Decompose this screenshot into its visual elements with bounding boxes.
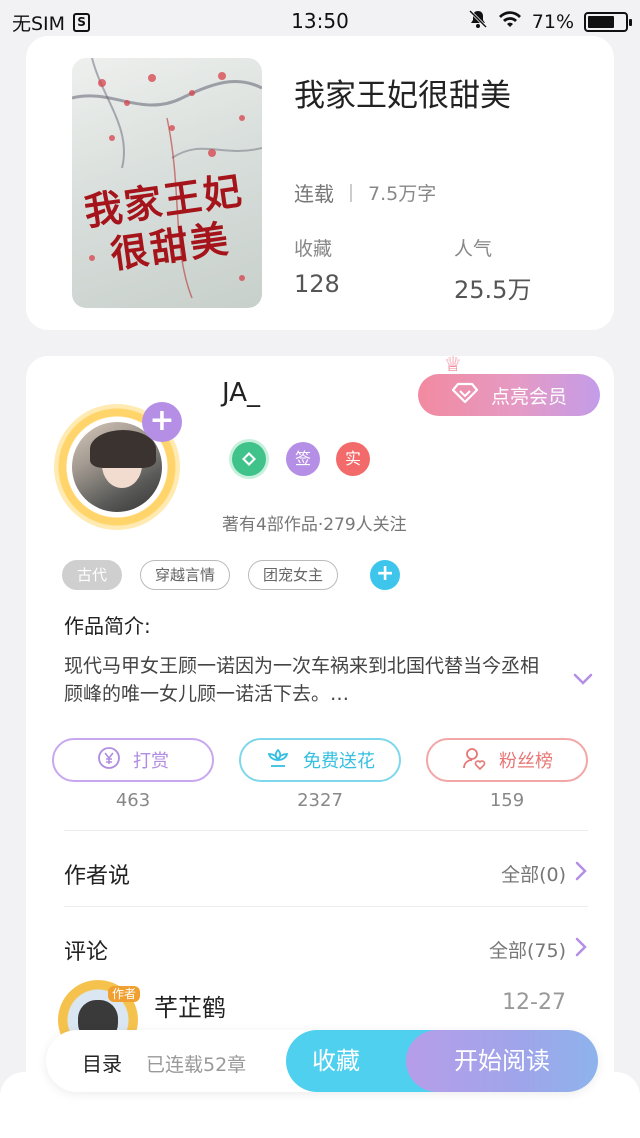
meta-divider <box>350 183 352 202</box>
popularity-label: 人气 <box>454 238 493 260</box>
tag-item[interactable]: 穿越言情 <box>140 560 231 590</box>
reward-button[interactable]: 打赏 <box>52 738 214 782</box>
fans-ranking-button[interactable]: 粉丝榜 <box>426 738 588 782</box>
serial-chapters: 已连载52章 <box>146 1054 247 1076</box>
author-stats: 著有4部作品·279人关注 <box>222 515 407 535</box>
vip-button-label: 点亮会员 <box>490 385 567 408</box>
start-reading-button[interactable]: 开始阅读 <box>406 1030 598 1092</box>
fans-icon <box>461 745 487 776</box>
reward-label: 打赏 <box>133 751 169 772</box>
book-cover[interactable]: 我家王妃 很甜美 <box>72 58 262 308</box>
verified-badge[interactable]: 实 <box>336 442 370 476</box>
send-flower-button[interactable]: 免费送花 <box>239 738 401 782</box>
intro-text: 现代马甲女王顾一诺因为一次车祸来到北国代替当今丞相顾峰的唯一女儿顾一诺活下去。… <box>64 655 540 705</box>
popularity-value: 25.5万 <box>454 276 532 304</box>
send-flower-label: 免费送花 <box>303 751 375 772</box>
book-title: 我家王妃很甜美 <box>294 78 511 114</box>
book-meta: 连载 7.5万字 <box>294 178 436 207</box>
flower-icon <box>265 746 291 775</box>
battery-percent: 71% <box>531 10 574 33</box>
comments-all: 全部(75) <box>488 940 566 962</box>
tag-item[interactable]: 团宠女主 <box>248 560 339 590</box>
book-status: 连载 <box>294 182 334 206</box>
author-name[interactable]: JA_ <box>222 378 260 408</box>
flower-count: 2327 <box>297 790 343 811</box>
word-count: 7.5万字 <box>368 183 437 205</box>
status-right: 71% <box>468 9 632 34</box>
diamond-icon <box>451 382 479 409</box>
fans-ranking-label: 粉丝榜 <box>499 751 553 772</box>
commenter-name[interactable]: 芊芷鹤 <box>154 988 226 1023</box>
fans-count: 159 <box>489 790 525 811</box>
chevron-down-icon[interactable] <box>572 668 594 690</box>
bottom-action-bar: 目录 已连载52章 收藏 开始阅读 <box>46 1030 598 1092</box>
author-badges: 签 实 <box>232 442 370 476</box>
signed-badge[interactable]: 签 <box>286 442 320 476</box>
intro-title: 作品简介: <box>64 614 151 638</box>
favorites-value: 128 <box>294 270 340 298</box>
toc-button[interactable]: 目录 <box>82 1048 122 1077</box>
favorites-label: 收藏 <box>294 238 333 260</box>
comments-link[interactable]: 全部(75) <box>489 936 588 963</box>
divider <box>64 830 588 831</box>
reward-count: 463 <box>115 790 151 811</box>
yen-coin-icon <box>97 746 121 775</box>
book-info-card: 我家王妃 很甜美 我家王妃很甜美 连载 7.5万字 收藏 128 人气 25.5… <box>26 36 614 330</box>
author-details-card: + JA_ ♕ 点亮会员 签 实 著有4部作品·279人关注 古代 穿越言情 团… <box>26 352 614 1138</box>
level-badge-icon[interactable] <box>232 442 266 476</box>
wifi-icon <box>498 10 522 33</box>
battery-icon <box>584 11 632 32</box>
crown-icon: ♕ <box>444 352 462 376</box>
follow-author-button[interactable]: + <box>142 402 182 442</box>
vip-button[interactable]: 点亮会员 <box>418 374 600 416</box>
chevron-right-icon <box>574 860 588 887</box>
comment-date: 12-27 <box>502 990 566 1015</box>
author-chip: 作者 <box>108 986 141 1002</box>
divider <box>64 906 588 907</box>
comments-title: 评论 <box>64 940 109 965</box>
tag-list: 古代 穿越言情 团宠女主 + <box>62 560 401 590</box>
author-says-link[interactable]: 全部(0) <box>501 860 588 887</box>
author-says-title: 作者说 <box>64 864 131 889</box>
add-tag-button[interactable]: + <box>370 560 401 590</box>
author-says-all: 全部(0) <box>501 864 566 886</box>
chevron-right-icon <box>574 936 588 963</box>
tag-item[interactable]: 古代 <box>62 560 123 590</box>
mute-icon <box>468 9 488 34</box>
